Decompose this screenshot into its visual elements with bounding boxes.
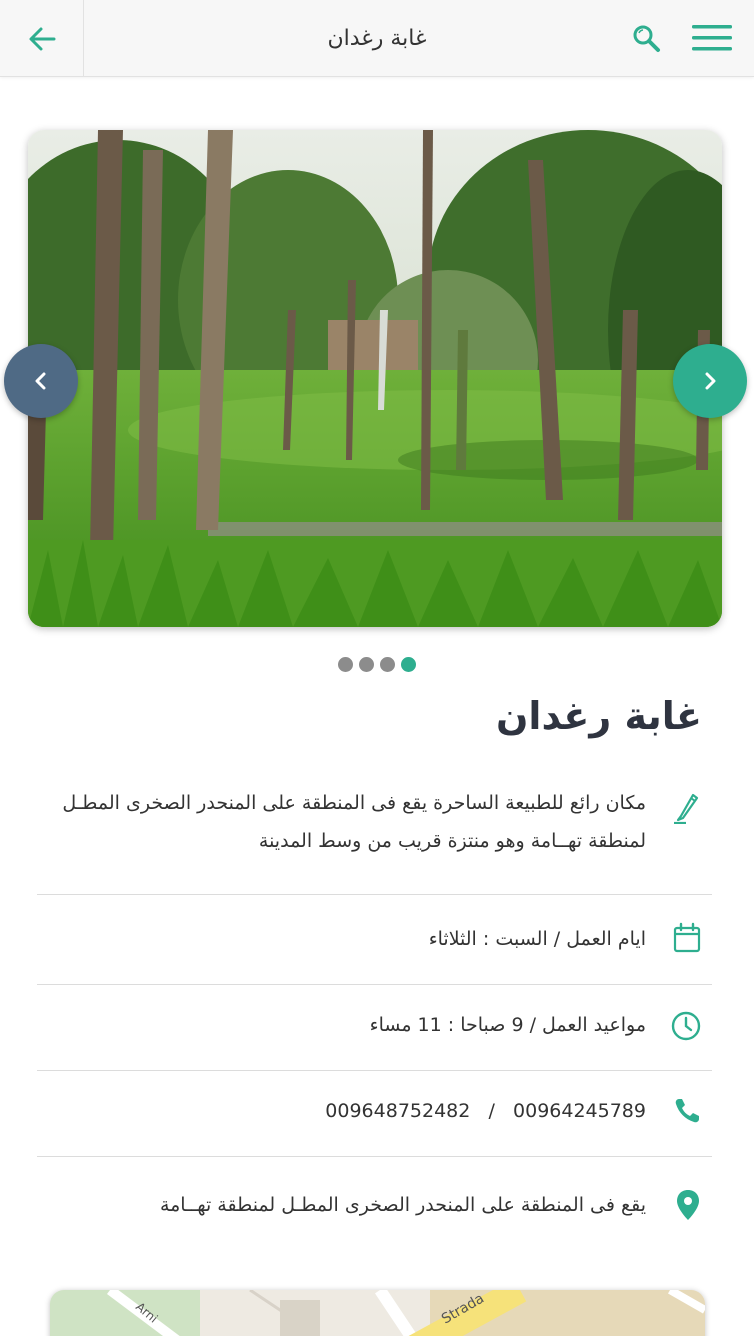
top-app-bar: غابة رغدان <box>0 0 754 77</box>
working-hours-value: 9 صباحا : 11 مساء <box>369 1014 524 1036</box>
hamburger-menu-icon <box>692 25 732 51</box>
working-days-row: ايام العمل / السبت : الثلاثاء <box>37 920 712 960</box>
forest-photo <box>28 130 722 627</box>
arrow-left-icon <box>29 27 55 50</box>
map-preview[interactable]: Arni Strada <box>50 1290 705 1336</box>
menu-button[interactable] <box>686 18 738 58</box>
chevron-right-icon <box>705 372 716 390</box>
address-row: يقع فى المنطقة على المنحدر الصخرى المطـل… <box>37 1186 712 1226</box>
pagination-dot[interactable] <box>359 657 374 672</box>
pagination-dot[interactable] <box>380 657 395 672</box>
pencil-icon <box>672 790 702 828</box>
pagination-dot[interactable] <box>338 657 353 672</box>
working-hours-row: مواعيد العمل / 9 صباحا : 11 مساء <box>37 1006 712 1046</box>
calendar-icon <box>672 922 702 958</box>
phone-numbers: 009648752482 / 00964245789 <box>55 1092 646 1130</box>
back-button[interactable] <box>0 0 84 77</box>
slider-pagination <box>0 657 754 672</box>
address-text: يقع فى المنطقة على المنحدر الصخرى المطـل… <box>159 1194 646 1216</box>
search-icon <box>633 25 660 52</box>
working-hours-label: مواعيد العمل / <box>529 1014 646 1036</box>
phone-number-2[interactable]: 009648752482 <box>325 1100 470 1122</box>
divider <box>37 1156 712 1157</box>
phone-separator: / <box>488 1100 495 1122</box>
map-pin-icon <box>674 1188 702 1226</box>
slider-next-button[interactable] <box>673 344 747 418</box>
clock-icon <box>670 1010 702 1046</box>
divider <box>37 1070 712 1071</box>
pagination-dot-active[interactable] <box>401 657 416 672</box>
divider <box>37 894 712 895</box>
map-tiles: Arni Strada <box>50 1290 705 1336</box>
place-description: مكان رائع للطبيعة الساحرة يقع فى المنطقة… <box>62 792 646 852</box>
phone-row: 009648752482 / 00964245789 <box>37 1092 712 1132</box>
description-row: مكان رائع للطبيعة الساحرة يقع فى المنطقة… <box>37 784 712 864</box>
working-hours-text: مواعيد العمل / 9 صباحا : 11 مساء <box>55 1006 646 1044</box>
divider <box>37 984 712 985</box>
header-title: غابة رغدان <box>327 26 427 51</box>
chevron-left-icon <box>35 372 46 390</box>
phone-icon <box>672 1096 702 1130</box>
slider-prev-button[interactable] <box>4 344 78 418</box>
image-slider[interactable] <box>28 130 722 627</box>
place-title: غابة رغدان <box>495 694 702 738</box>
phone-number-1[interactable]: 00964245789 <box>513 1100 646 1122</box>
working-days-text: ايام العمل / السبت : الثلاثاء <box>55 920 646 958</box>
working-days-label: ايام العمل / <box>553 928 646 950</box>
search-button[interactable] <box>624 18 668 58</box>
working-days-value: السبت : الثلاثاء <box>428 928 548 950</box>
